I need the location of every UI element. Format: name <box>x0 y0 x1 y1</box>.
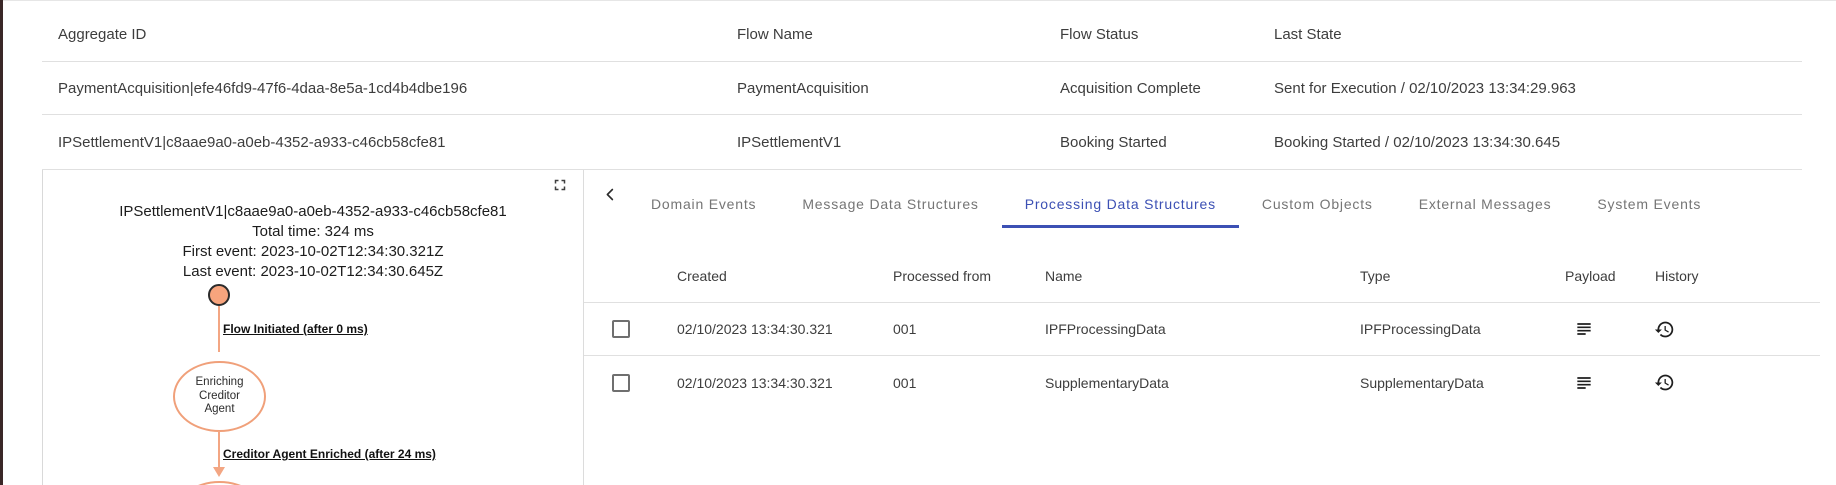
events-table-header-row: Created Processed from Name Type Payload… <box>584 250 1820 303</box>
column-header-flow-status: Flow Status <box>1044 26 1258 43</box>
flows-table: Aggregate ID Flow Name Flow Status Last … <box>42 1 1802 170</box>
diagram-total-time: Total time: 324 ms <box>43 222 583 242</box>
diagram-node-partial <box>173 481 266 485</box>
cell-flow-status: Acquisition Complete <box>1044 80 1258 97</box>
edge-label-flow-initiated: Flow Initiated (after 0 ms) <box>223 322 368 336</box>
cell-aggregate-id: PaymentAcquisition|efe46fd9-47f6-4daa-8e… <box>42 80 721 97</box>
row-checkbox[interactable] <box>612 320 630 338</box>
diagram-start-node <box>208 284 230 306</box>
column-header-aggregate-id: Aggregate ID <box>42 26 721 43</box>
cell-created: 02/10/2023 13:34:30.321 <box>677 303 833 355</box>
column-header-processed-from: Processed from <box>893 250 991 302</box>
cell-name: IPFProcessingData <box>1045 303 1166 355</box>
diagram-arrowhead <box>213 467 225 477</box>
diagram-node-enriching-creditor-agent: Enriching Creditor Agent <box>173 361 266 432</box>
payload-button[interactable] <box>1572 371 1596 395</box>
flows-table-row-ipsettlement[interactable]: IPSettlementV1|c8aae9a0-a0eb-4352-a933-c… <box>42 115 1802 170</box>
tab-external-messages[interactable]: External Messages <box>1396 180 1575 228</box>
diagram-edge-line <box>218 306 220 352</box>
table-row: 02/10/2023 13:34:30.321 001 IPFProcessin… <box>584 303 1820 356</box>
fullscreen-icon <box>551 176 569 194</box>
node-label-line: Enriching <box>196 376 244 390</box>
collapse-panel-button[interactable] <box>598 182 622 206</box>
row-checkbox[interactable] <box>612 374 630 392</box>
cell-aggregate-id: IPSettlementV1|c8aae9a0-a0eb-4352-a933-c… <box>42 134 721 151</box>
cell-flow-name: IPSettlementV1 <box>721 134 1044 151</box>
node-label-line: Creditor <box>199 390 240 404</box>
node-label-line: Agent <box>204 403 234 417</box>
details-panel: Domain Events Message Data Structures Pr… <box>584 170 1820 485</box>
cell-created: 02/10/2023 13:34:30.321 <box>677 356 833 409</box>
window-left-edge <box>0 0 3 485</box>
column-header-payload: Payload <box>1565 250 1616 302</box>
fullscreen-button[interactable] <box>549 174 571 196</box>
cell-flow-status: Booking Started <box>1044 134 1258 151</box>
tab-message-data-structures[interactable]: Message Data Structures <box>779 180 1001 228</box>
flows-table-row-payment-acquisition[interactable]: PaymentAcquisition|efe46fd9-47f6-4daa-8e… <box>42 62 1802 115</box>
history-clock-icon <box>1654 372 1675 393</box>
history-clock-icon <box>1654 319 1675 340</box>
diagram-first-event: First event: 2023-10-02T12:34:30.321Z <box>43 242 583 262</box>
column-header-name: Name <box>1045 250 1082 302</box>
column-header-type: Type <box>1360 250 1390 302</box>
flows-table-header-row: Aggregate ID Flow Name Flow Status Last … <box>42 1 1802 62</box>
history-button[interactable] <box>1652 317 1676 341</box>
cell-last-state: Booking Started / 02/10/2023 13:34:30.64… <box>1258 134 1802 151</box>
edge-label-creditor-agent-enriched: Creditor Agent Enriched (after 24 ms) <box>223 447 436 461</box>
tab-custom-objects[interactable]: Custom Objects <box>1239 180 1396 228</box>
diagram-edge-line <box>218 431 220 468</box>
tab-system-events[interactable]: System Events <box>1574 180 1724 228</box>
cell-type: IPFProcessingData <box>1360 303 1481 355</box>
cell-flow-name: PaymentAcquisition <box>721 80 1044 97</box>
cell-processed-from: 001 <box>893 356 916 409</box>
column-header-history: History <box>1655 250 1699 302</box>
tab-domain-events[interactable]: Domain Events <box>628 180 779 228</box>
flow-monitor-page: Aggregate ID Flow Name Flow Status Last … <box>0 0 1836 485</box>
flow-diagram-panel: IPSettlementV1|c8aae9a0-a0eb-4352-a933-c… <box>42 170 583 485</box>
payload-lines-icon <box>1574 373 1594 393</box>
chevron-left-icon <box>603 186 618 203</box>
table-row: 02/10/2023 13:34:30.321 001 Supplementar… <box>584 356 1820 409</box>
cell-name: SupplementaryData <box>1045 356 1169 409</box>
diagram-last-event: Last event: 2023-10-02T12:34:30.645Z <box>43 262 583 282</box>
column-header-created: Created <box>677 250 727 302</box>
column-header-flow-name: Flow Name <box>721 26 1044 43</box>
cell-type: SupplementaryData <box>1360 356 1484 409</box>
diagram-title: IPSettlementV1|c8aae9a0-a0eb-4352-a933-c… <box>43 202 583 222</box>
history-button[interactable] <box>1652 371 1676 395</box>
payload-lines-icon <box>1574 319 1594 339</box>
tab-bar: Domain Events Message Data Structures Pr… <box>628 180 1724 228</box>
cell-last-state: Sent for Execution / 02/10/2023 13:34:29… <box>1258 80 1802 97</box>
tab-processing-data-structures[interactable]: Processing Data Structures <box>1002 180 1239 228</box>
cell-processed-from: 001 <box>893 303 916 355</box>
payload-button[interactable] <box>1572 317 1596 341</box>
column-header-last-state: Last State <box>1258 26 1802 43</box>
diagram-summary: IPSettlementV1|c8aae9a0-a0eb-4352-a933-c… <box>43 202 583 282</box>
